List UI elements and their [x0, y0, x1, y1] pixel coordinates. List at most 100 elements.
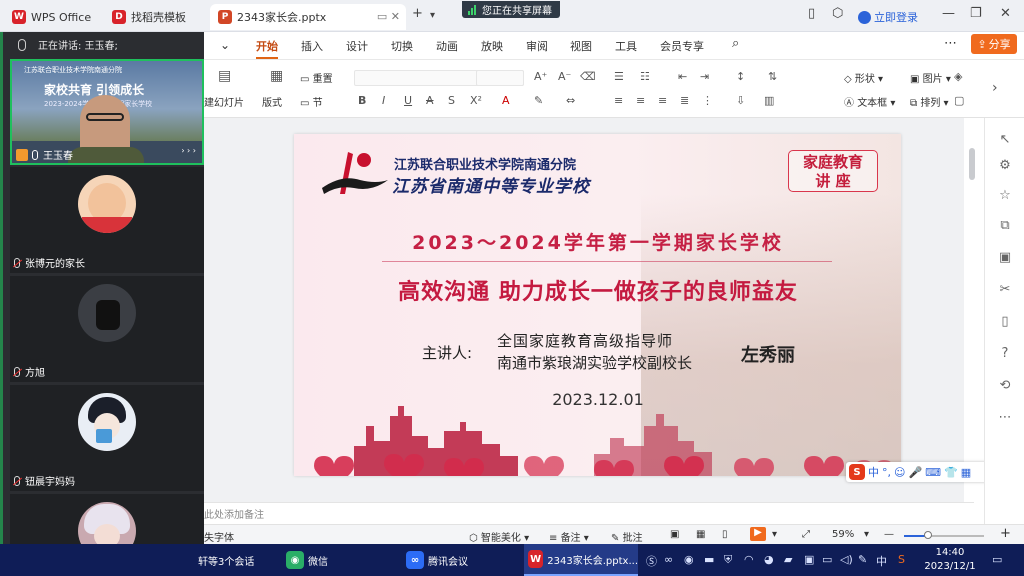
section-button[interactable]: ▭ 节 — [300, 94, 323, 109]
notes-area[interactable]: 此处添加备注 — [204, 502, 974, 524]
vertical-scrollbar[interactable] — [966, 134, 978, 496]
align-right-icon[interactable]: ≡ — [658, 94, 667, 107]
arrange-button[interactable]: ⧉ 排列 ▾ — [910, 94, 949, 109]
reading-view-icon[interactable]: ▯ — [722, 529, 728, 540]
increase-indent-icon[interactable]: ⇥ — [700, 70, 709, 83]
tray-wechat-icon[interactable]: ◉ — [684, 553, 694, 566]
minimize-button[interactable]: — — [942, 6, 955, 21]
new-slide-button[interactable]: 建幻灯片 — [204, 94, 244, 109]
notification-icon[interactable]: ▭ — [992, 553, 1002, 566]
line-spacing-icon[interactable]: ↕ — [736, 70, 745, 83]
settings-sliders-icon[interactable]: ⚙ — [996, 158, 1014, 176]
ribbon-scroll-right-icon[interactable]: › — [992, 80, 998, 96]
share-link-icon[interactable]: ⟲ — [996, 378, 1014, 396]
search-icon[interactable]: ⌕ — [732, 36, 739, 51]
tab-pptx[interactable]: P 2343家长会.pptx ▭ ✕ — [210, 4, 406, 30]
italic-icon[interactable]: I — [382, 94, 385, 107]
zoom-chevron-icon[interactable]: ▾ — [864, 529, 869, 540]
shadow-text-icon[interactable]: S — [448, 94, 455, 107]
more-icon[interactable]: ⋯ — [944, 36, 957, 51]
tray-sogou-icon[interactable]: S — [898, 553, 905, 566]
align-center-icon[interactable]: ≡ — [636, 94, 645, 107]
menu-insert[interactable]: 插入 — [301, 38, 323, 54]
more-icon[interactable]: ⋯ — [996, 410, 1014, 428]
normal-view-icon[interactable]: ▣ — [670, 529, 679, 540]
font-size-select[interactable] — [476, 70, 524, 86]
taskbar-item-wechat[interactable]: ◉ 微信 — [286, 544, 328, 576]
menu-member[interactable]: 会员专享 — [660, 38, 704, 54]
menu-review[interactable]: 审阅 — [526, 38, 548, 54]
play-slideshow-icon[interactable]: ▶ — [750, 527, 766, 541]
ime-toolbar[interactable]: S 中 °, ☺ 🎤 ⌨ 👕 ▦ — [846, 462, 996, 482]
voice-icon[interactable]: 🎤 — [908, 466, 922, 479]
taskbar-item-chat[interactable]: 轩等3个会话 — [198, 544, 254, 576]
ime-mode[interactable]: 中 — [868, 464, 879, 480]
login-button[interactable]: 立即登录 — [858, 9, 918, 25]
comments-button[interactable]: ✎ 批注 — [611, 529, 643, 544]
zoom-slider-knob[interactable] — [924, 531, 932, 539]
reset-button[interactable]: ▭ 重置 — [300, 70, 333, 85]
copy-icon[interactable]: ⧉ — [996, 218, 1014, 236]
image-edit-icon[interactable]: ▣ — [996, 250, 1014, 268]
share-button[interactable]: ⇪ 分享 — [971, 34, 1017, 54]
justify-icon[interactable]: ≣ — [680, 94, 689, 107]
scroll-thumb[interactable] — [969, 148, 975, 180]
shape-button[interactable]: ◇ 形状 ▾ — [844, 70, 883, 85]
tray-nvidia-icon[interactable]: ▰ — [784, 553, 792, 566]
outline-icon[interactable]: ▢ — [954, 94, 964, 107]
play-options-chevron-icon[interactable]: ▾ — [772, 529, 777, 540]
tray-lang[interactable]: 中 — [876, 553, 887, 569]
punctuation-icon[interactable]: °, — [882, 466, 891, 479]
bullet-list-icon[interactable]: ☰ — [614, 70, 624, 83]
menu-home[interactable]: 开始 — [256, 38, 278, 59]
textbox-button[interactable]: Ⓐ 文本框 ▾ — [844, 94, 895, 109]
screen-share-banner[interactable]: 您正在共享屏幕 — [462, 1, 560, 18]
align-left-icon[interactable]: ≡ — [614, 94, 623, 107]
tools-icon[interactable]: ✂ — [996, 282, 1014, 300]
distribute-icon[interactable]: ⋮ — [702, 94, 713, 107]
participant-tile[interactable]: 钮晨宇妈妈 — [10, 385, 204, 491]
tray-green-icon[interactable]: ▣ — [804, 553, 814, 566]
restore-button[interactable]: ❐ — [970, 6, 982, 21]
clear-format-icon[interactable]: ⌫ — [580, 70, 596, 83]
highlight-icon[interactable]: ✎ — [534, 94, 543, 107]
tray-wifi-icon[interactable]: ◠ — [744, 553, 754, 566]
tab-docer[interactable]: D 找稻壳模板 — [104, 4, 206, 30]
bold-icon[interactable]: B — [358, 94, 366, 107]
slide-canvas[interactable]: 江苏联合职业技术学院南通分院 江苏省南通中等专业学校 家庭教育 讲 座 2023… — [294, 134, 901, 476]
tray-volume-icon[interactable]: ◁) — [840, 553, 853, 566]
system-clock[interactable]: 14:40 2023/12/1 — [920, 546, 980, 574]
ribbon-chevron-icon[interactable]: ⌄ — [220, 38, 230, 52]
tray-qq-icon[interactable]: ◕ — [764, 553, 774, 566]
tab-wps-office[interactable]: W WPS Office — [4, 4, 100, 30]
notes-button[interactable]: ≡ 备注 ▾ — [549, 529, 589, 544]
zoom-out-button[interactable]: — — [884, 529, 894, 540]
menu-tools[interactable]: 工具 — [615, 38, 637, 54]
keyboard-icon[interactable]: ⌨ — [925, 466, 941, 479]
tray-folder-icon[interactable]: ▬ — [704, 553, 714, 566]
more-participants-icon[interactable]: › › › — [181, 146, 196, 155]
menu-transition[interactable]: 切换 — [391, 38, 413, 54]
participant-tile[interactable]: 方旭 — [10, 276, 204, 382]
superscript-icon[interactable]: X² — [470, 94, 482, 107]
strikethrough-icon[interactable]: A — [426, 94, 434, 107]
menu-design[interactable]: 设计 — [346, 38, 368, 54]
star-icon[interactable]: ☆ — [996, 188, 1014, 206]
participant-tile[interactable] — [10, 494, 204, 560]
missing-font-indicator[interactable]: 失字体 — [204, 529, 234, 544]
font-grow-icon[interactable]: A⁺ — [534, 70, 547, 83]
taskbar-item-tencent-meeting[interactable]: ∞ 腾讯会议 — [406, 544, 468, 576]
taskbar-item-wps[interactable]: W 2343家长会.pptx... — [524, 544, 638, 576]
menu-view[interactable]: 视图 — [570, 38, 592, 54]
tray-battery-icon[interactable]: ▭ — [822, 553, 832, 566]
menu-animation[interactable]: 动画 — [436, 38, 458, 54]
slide-sorter-icon[interactable]: ▦ — [696, 529, 705, 540]
decrease-indent-icon[interactable]: ⇤ — [678, 70, 687, 83]
char-spacing-icon[interactable]: ⇔ — [566, 94, 575, 107]
tab-close-icon[interactable]: ▭ ✕ — [377, 10, 400, 23]
numbered-list-icon[interactable]: ☷ — [640, 70, 650, 83]
cube-icon[interactable]: ⬡ — [832, 6, 843, 21]
layout-button[interactable]: 版式 — [262, 94, 282, 109]
new-slide-icon[interactable]: ▤ — [218, 68, 231, 84]
skin-icon[interactable]: 👕 — [944, 466, 958, 479]
